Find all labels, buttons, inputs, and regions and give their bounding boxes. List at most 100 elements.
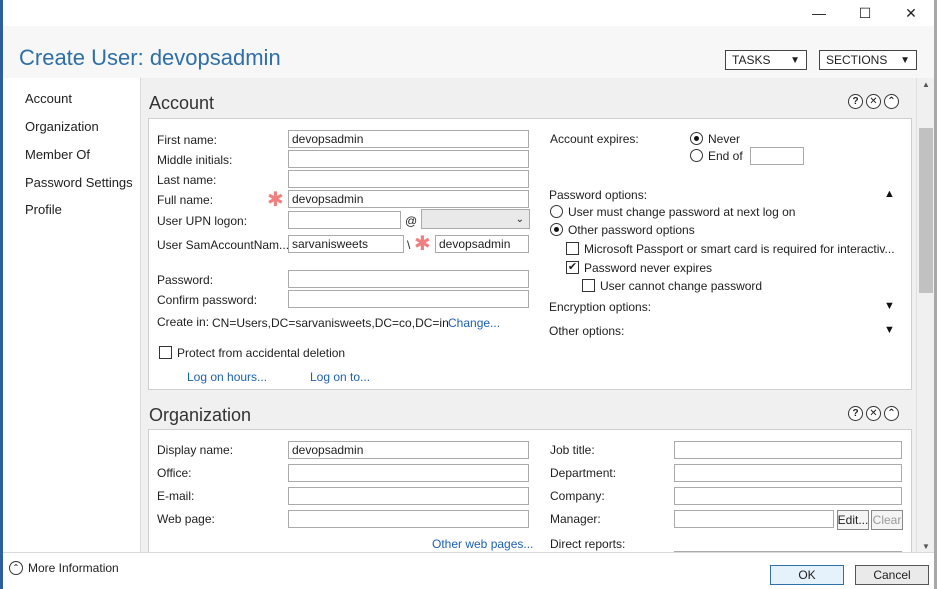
password-options-label: Password options: <box>549 188 648 202</box>
maximize-button[interactable]: ☐ <box>842 0 888 26</box>
edit-manager-button[interactable]: Edit... <box>837 510 869 530</box>
display-name-label: Display name: <box>157 443 234 457</box>
upn-domain-select[interactable]: ⌄ <box>421 209 530 229</box>
upn-logon-label: User UPN logon: <box>157 214 248 228</box>
company-field[interactable] <box>674 487 902 505</box>
organization-section-title: Organization <box>149 405 252 425</box>
required-asterisk-icon: ✱ <box>414 233 431 255</box>
expires-never-label: Never <box>708 132 741 146</box>
close-section-icon[interactable]: ✕ <box>866 406 881 421</box>
other-password-options-label: Other password options <box>568 223 695 237</box>
other-web-pages-link[interactable]: Other web pages... <box>432 537 533 551</box>
expires-end-of-label: End of <box>708 149 743 163</box>
display-name-field[interactable]: devopsadmin <box>288 441 529 459</box>
dialog-header: Create User: devopsadmin TASKS ▼ SECTION… <box>3 26 934 78</box>
account-panel: First name: devopsadmin Middle initials:… <box>148 118 912 390</box>
log-on-to-link[interactable]: Log on to... <box>310 370 370 384</box>
email-field[interactable] <box>288 487 529 505</box>
other-options-label: Other options: <box>549 324 625 338</box>
log-on-hours-link[interactable]: Log on hours... <box>187 370 267 384</box>
scroll-down-icon[interactable]: ▼ <box>917 540 935 552</box>
account-expires-label: Account expires: <box>550 132 639 146</box>
collapse-icon[interactable]: ⌃ <box>884 94 899 109</box>
encryption-options-label: Encryption options: <box>549 300 652 314</box>
help-icon[interactable]: ? <box>848 94 863 109</box>
department-field[interactable] <box>674 464 902 482</box>
sections-dropdown-button[interactable]: SECTIONS ▼ <box>819 50 917 70</box>
must-change-password-radio[interactable] <box>550 205 563 218</box>
first-name-field[interactable]: devopsadmin <box>288 130 529 148</box>
collapse-icon[interactable]: ⌃ <box>884 406 899 421</box>
chevron-down-icon: ▼ <box>790 54 800 66</box>
expand-other-options-icon[interactable]: ▼ <box>884 324 895 336</box>
close-section-icon[interactable]: ✕ <box>866 94 881 109</box>
full-name-field[interactable]: devopsadmin <box>288 190 529 208</box>
dialog-footer: ⌃ More Information OK Cancel <box>3 552 934 589</box>
minimize-button[interactable]: — <box>796 0 842 26</box>
last-name-field[interactable] <box>288 170 529 188</box>
direct-reports-label: Direct reports: <box>550 537 626 551</box>
upn-logon-field[interactable] <box>288 211 401 229</box>
cannot-change-password-checkbox[interactable] <box>582 279 595 292</box>
manager-field[interactable] <box>674 510 834 528</box>
other-password-options-radio[interactable] <box>550 223 563 236</box>
expires-end-of-radio[interactable] <box>690 149 703 162</box>
middle-initials-field[interactable] <box>288 150 529 168</box>
sam-account-field[interactable]: devopsadmin <box>435 235 529 253</box>
clear-manager-button[interactable]: Clear <box>871 510 903 530</box>
vertical-scrollbar[interactable]: ▲ ▼ <box>916 78 934 552</box>
web-page-label: Web page: <box>157 512 215 526</box>
protect-deletion-checkbox[interactable] <box>159 346 172 359</box>
expires-never-radio[interactable] <box>690 132 703 145</box>
protect-deletion-label: Protect from accidental deletion <box>177 346 346 360</box>
password-field[interactable] <box>288 270 529 288</box>
department-label: Department: <box>550 466 617 480</box>
confirm-password-label: Confirm password: <box>157 293 258 307</box>
confirm-password-field[interactable] <box>288 290 529 308</box>
chevron-down-icon: ▼ <box>900 54 910 66</box>
company-label: Company: <box>550 489 605 503</box>
scrollbar-thumb[interactable] <box>919 128 933 293</box>
close-window-button[interactable]: ✕ <box>888 0 934 26</box>
tasks-dropdown-button[interactable]: TASKS ▼ <box>725 50 807 70</box>
password-label: Password: <box>157 273 214 287</box>
full-name-label: Full name: <box>157 193 214 207</box>
first-name-label: First name: <box>157 133 218 147</box>
passport-required-checkbox[interactable] <box>566 242 579 255</box>
organization-panel: Display name: devopsadmin Office: E-mail… <box>148 429 912 552</box>
title-bar: — ☐ ✕ <box>3 0 934 26</box>
last-name-label: Last name: <box>157 173 217 187</box>
sam-separator: \ <box>407 238 411 252</box>
nav-item-account[interactable]: Account <box>25 91 72 106</box>
nav-item-organization[interactable]: Organization <box>25 119 99 134</box>
more-information-label: More Information <box>28 561 119 575</box>
nav-item-password-settings[interactable]: Password Settings <box>25 175 133 190</box>
ok-button[interactable]: OK <box>770 565 844 585</box>
password-never-expires-label: Password never expires <box>584 261 713 275</box>
create-in-label: Create in: <box>157 315 210 329</box>
content-area: Account ? ✕ ⌃ First name: devopsadmin Mi… <box>141 78 916 552</box>
collapse-password-options-icon[interactable]: ▲ <box>884 188 895 200</box>
scroll-up-icon[interactable]: ▲ <box>917 78 935 90</box>
office-label: Office: <box>157 466 192 480</box>
end-of-date-field[interactable] <box>750 147 804 165</box>
nav-item-member-of[interactable]: Member Of <box>25 147 90 162</box>
job-title-field[interactable] <box>674 441 902 459</box>
create-in-value: CN=Users,DC=sarvanisweets,DC=co,DC=in <box>212 316 449 330</box>
nav-item-profile[interactable]: Profile <box>25 202 62 217</box>
change-container-link[interactable]: Change... <box>448 316 500 330</box>
tasks-label: TASKS <box>732 53 771 67</box>
expand-encryption-options-icon[interactable]: ▼ <box>884 300 895 312</box>
web-page-field[interactable] <box>288 510 529 528</box>
help-icon[interactable]: ? <box>848 406 863 421</box>
job-title-label: Job title: <box>550 443 595 457</box>
cancel-button[interactable]: Cancel <box>855 565 929 585</box>
collapse-icon: ⌃ <box>9 561 23 575</box>
sections-label: SECTIONS <box>826 53 888 67</box>
password-never-expires-checkbox[interactable]: ✔ <box>566 261 579 274</box>
office-field[interactable] <box>288 464 529 482</box>
more-information-toggle[interactable]: ⌃ More Information <box>9 561 119 575</box>
sam-domain-field[interactable]: sarvanisweets <box>288 235 404 253</box>
passport-required-label: Microsoft Passport or smart card is requ… <box>584 242 895 256</box>
required-asterisk-icon: ✱ <box>267 189 284 211</box>
